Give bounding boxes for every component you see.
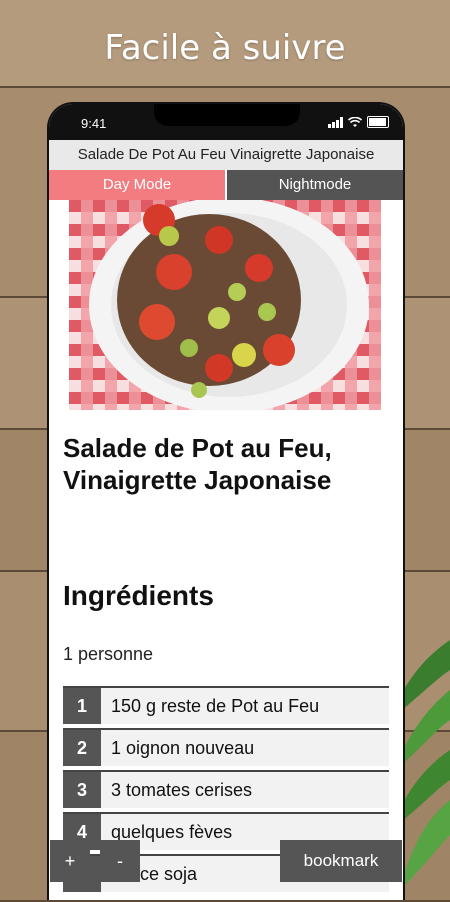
ingredient-text: 1 oignon nouveau: [111, 738, 255, 758]
ingredient-row: 1 150 g reste de Pot au Feu: [63, 686, 389, 724]
signal-icon: [328, 117, 343, 128]
promo-headline: Facile à suivre: [104, 28, 346, 68]
ingredient-text: 3 tomates cerises: [111, 780, 253, 800]
wifi-icon: [348, 117, 362, 127]
app-title-bar: Salade De Pot Au Feu Vinaigrette Japonai…: [49, 140, 403, 170]
recipe-title: Salade de Pot au Feu, Vinaigrette Japona…: [63, 433, 332, 495]
nightmode-button[interactable]: Nightmode: [225, 170, 403, 200]
decrease-servings-button[interactable]: -: [100, 840, 140, 882]
status-icons: [328, 116, 389, 128]
servings-text: 1 personne: [63, 644, 154, 664]
increase-servings-button[interactable]: +: [50, 840, 90, 882]
ingredient-text: 150 g reste de Pot au Feu: [111, 696, 320, 716]
status-bar: 9:41: [49, 104, 403, 140]
recipe-photo: [69, 200, 381, 410]
ingredient-number: 2: [63, 730, 101, 766]
bookmark-button[interactable]: bookmark: [280, 840, 402, 882]
phone-notch: [154, 104, 300, 126]
phone-frame: 9:41 Salade De Pot Au Feu Vinaigrette Ja…: [47, 102, 405, 900]
ingredient-number: 1: [63, 688, 101, 724]
mode-switch: Day Mode Nightmode: [49, 170, 403, 200]
ingredient-number: 3: [63, 772, 101, 808]
battery-icon: [367, 116, 389, 128]
ingredient-row: 2 1 oignon nouveau: [63, 728, 389, 766]
phone-screen: 9:41 Salade De Pot Au Feu Vinaigrette Ja…: [49, 104, 403, 900]
ingredient-row: 3 3 tomates cerises: [63, 770, 389, 808]
day-mode-button[interactable]: Day Mode: [49, 170, 225, 200]
ingredients-heading: Ingrédients: [63, 580, 214, 611]
status-time: 9:41: [81, 116, 107, 131]
